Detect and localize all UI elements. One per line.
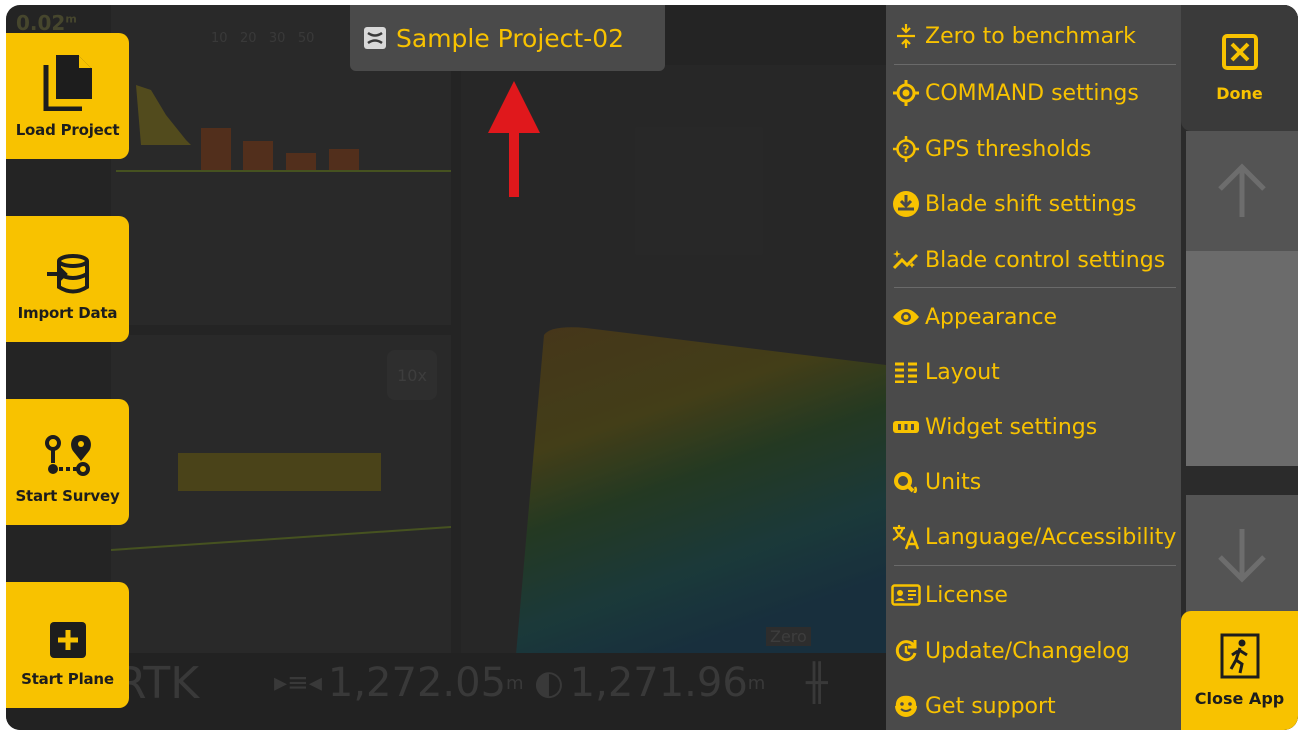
- menu-divider: [894, 287, 1176, 288]
- database-import-icon: [45, 236, 91, 294]
- project-title: Sample Project-02: [396, 23, 625, 53]
- exit-door-icon: [1220, 633, 1259, 679]
- update-icon: [891, 638, 921, 664]
- support-icon: [891, 693, 921, 719]
- widget-icon: [891, 414, 921, 440]
- crosshair-icon: [891, 80, 921, 106]
- app-window: 0.02m 10 20 30 50 10x Zero RTK ▸≡◂ 1,272…: [6, 5, 1298, 730]
- translate-icon: [891, 524, 921, 550]
- start-survey-label: Start Survey: [15, 487, 120, 505]
- red-arrow-annotation: [488, 81, 540, 197]
- svg-text:?: ?: [903, 143, 910, 157]
- close-app-button[interactable]: Close App: [1181, 611, 1298, 730]
- start-plane-label: Start Plane: [21, 670, 114, 688]
- right-control-column: Done Close App: [1181, 5, 1298, 730]
- done-label: Done: [1216, 83, 1263, 103]
- menu-item-language-accessibility[interactable]: Language/Accessibility: [891, 519, 1176, 555]
- menu-item-blade-control-settings[interactable]: Blade control settings: [891, 242, 1165, 278]
- scrollbar-track[interactable]: [1186, 251, 1298, 466]
- settings-menu: Zero to benchmark COMMAND settings ? GPS…: [886, 5, 1181, 730]
- arrow-up-icon: [1218, 163, 1266, 217]
- menu-divider: [894, 64, 1176, 65]
- menu-item-gps-thresholds[interactable]: ? GPS thresholds: [891, 131, 1091, 167]
- zero-benchmark-icon: [891, 23, 921, 49]
- scroll-down-button[interactable]: [1186, 495, 1298, 615]
- close-app-label: Close App: [1194, 689, 1285, 708]
- plus-square-icon: [48, 602, 88, 660]
- menu-divider: [894, 565, 1176, 566]
- eye-icon: [891, 304, 921, 330]
- menu-item-blade-shift-settings[interactable]: Blade shift settings: [891, 186, 1136, 222]
- menu-item-get-support[interactable]: Get support: [891, 688, 1056, 724]
- close-box-icon: [1221, 33, 1258, 70]
- menu-item-command-settings[interactable]: COMMAND settings: [891, 75, 1139, 111]
- load-project-button[interactable]: Load Project: [6, 33, 129, 159]
- license-card-icon: [891, 582, 921, 608]
- menu-item-appearance[interactable]: Appearance: [891, 299, 1057, 335]
- start-plane-button[interactable]: Start Plane: [6, 582, 129, 708]
- menu-item-units[interactable]: Units: [891, 464, 981, 500]
- start-survey-button[interactable]: Start Survey: [6, 399, 129, 525]
- sparkle-chart-icon: [891, 247, 921, 273]
- menu-item-update-changelog[interactable]: Update/Changelog: [891, 633, 1130, 669]
- import-data-label: Import Data: [17, 304, 118, 322]
- project-title-badge[interactable]: Sample Project-02: [350, 5, 665, 71]
- load-project-label: Load Project: [15, 121, 120, 139]
- route-points-icon: [43, 419, 93, 477]
- arrow-down-icon: [1218, 529, 1266, 583]
- import-data-button[interactable]: Import Data: [6, 216, 129, 342]
- project-close-icon[interactable]: [364, 27, 386, 49]
- layout-list-icon: [891, 359, 921, 385]
- done-button[interactable]: Done: [1181, 5, 1298, 131]
- scroll-up-button[interactable]: [1186, 131, 1298, 251]
- blade-shift-icon: [891, 191, 921, 217]
- units-icon: [891, 469, 921, 495]
- document-copy-icon: [42, 53, 94, 111]
- menu-item-widget-settings[interactable]: Widget settings: [891, 409, 1097, 445]
- menu-item-license[interactable]: License: [891, 577, 1008, 613]
- menu-item-zero-to-benchmark[interactable]: Zero to benchmark: [891, 18, 1136, 54]
- gps-question-icon: ?: [891, 136, 921, 162]
- menu-item-layout[interactable]: Layout: [891, 354, 1000, 390]
